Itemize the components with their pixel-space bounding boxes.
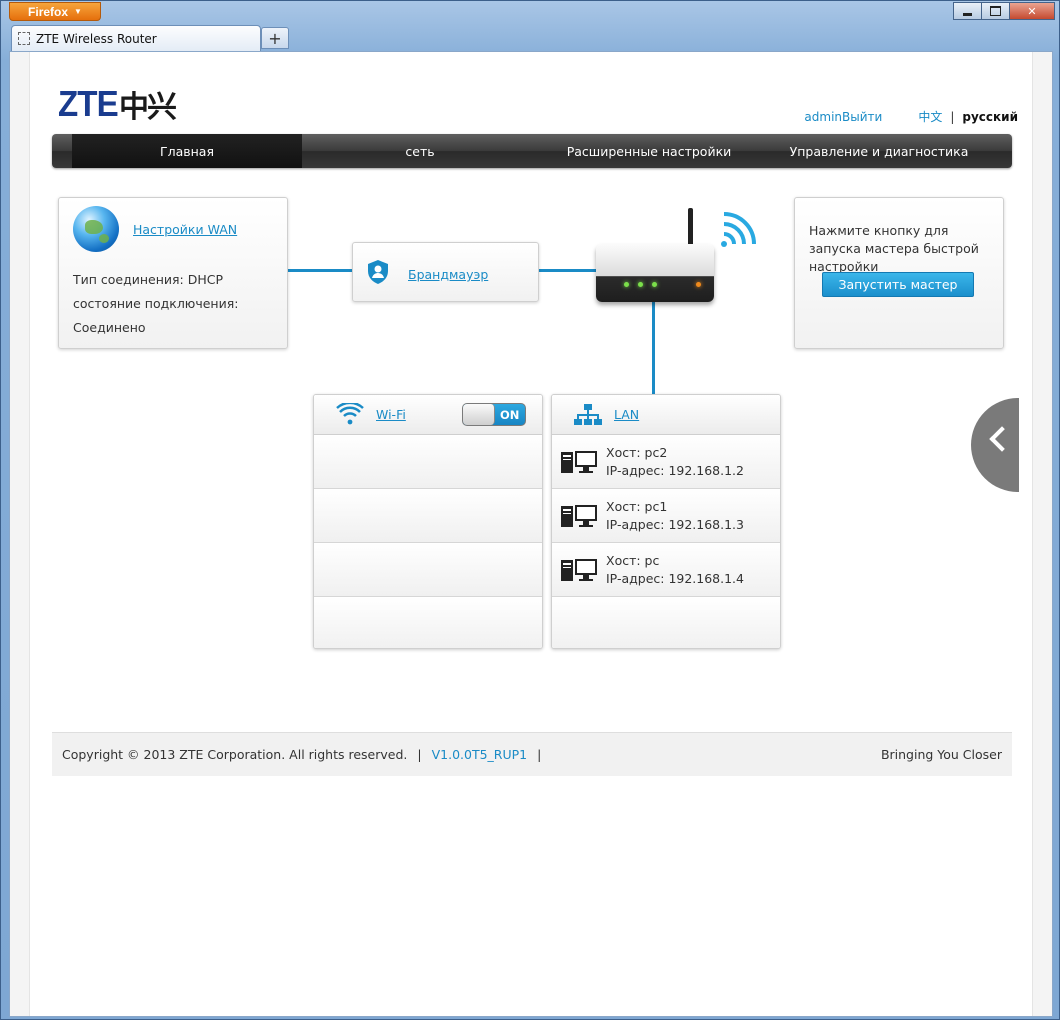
router-illustration (592, 208, 716, 304)
network-topology-icon (574, 404, 602, 425)
firmware-version: V1.0.0T5_RUP1 (431, 747, 528, 762)
router-led (624, 282, 629, 287)
list-item (314, 543, 542, 597)
firefox-menu-label: Firefox (28, 4, 69, 19)
router-antenna (688, 208, 693, 248)
list-item (552, 597, 780, 648)
host-info: Хост: pc IP-адрес: 192.168.1.4 (606, 552, 744, 588)
chevron-left-icon (989, 426, 1015, 452)
computer-icon (561, 505, 597, 527)
wifi-panel: Wi-Fi ON (313, 394, 543, 649)
maximize-button[interactable] (981, 2, 1010, 20)
zte-logo: ZTE 中兴 (58, 83, 177, 125)
chevron-down-icon: ▼ (74, 7, 82, 16)
computer-icon (561, 559, 597, 581)
close-window-button[interactable]: ✕ (1009, 2, 1055, 20)
host-name: Хост: pc1 (606, 499, 668, 514)
lan-panel: LAN Хост: pc2 IP-адрес: 192.168.1.2 Хост… (551, 394, 781, 649)
copyright-text: Copyright © 2013 ZTE Corporation. All ri… (62, 747, 408, 762)
list-item (314, 489, 542, 543)
lang-separator: | (950, 109, 955, 124)
tab-strip: ZTE Wireless Router + (9, 25, 1053, 52)
nav-network[interactable]: сеть (302, 134, 538, 168)
new-tab-button[interactable]: + (261, 27, 289, 49)
page-footer: Copyright © 2013 ZTE Corporation. All ri… (52, 732, 1012, 776)
lan-host-row[interactable]: Хост: pc1 IP-адрес: 192.168.1.3 (552, 489, 780, 543)
window-controls: ✕ (953, 2, 1055, 20)
toggle-state-label: ON (500, 408, 520, 422)
firewall-card: Брандмауэр (352, 242, 539, 302)
router-home-page: ZTE 中兴 adminВыйти 中文 | русский Главная с… (10, 52, 1054, 1018)
wan-settings-link[interactable]: Настройки WAN (133, 222, 237, 237)
footer-separator: | (417, 747, 422, 762)
nav-home[interactable]: Главная (72, 134, 302, 168)
host-info: Хост: pc1 IP-адрес: 192.168.1.3 (606, 498, 744, 534)
host-name: Хост: pc2 (606, 445, 668, 460)
lang-chinese-link[interactable]: 中文 (918, 108, 942, 125)
lan-panel-header: LAN (552, 395, 780, 435)
logo-text-latin: ZTE (58, 83, 119, 124)
logout-link[interactable]: Выйти (842, 110, 882, 124)
host-ip: IP-адрес: 192.168.1.4 (606, 571, 744, 586)
host-ip: IP-адрес: 192.168.1.2 (606, 463, 744, 478)
wifi-icon (336, 403, 364, 425)
wifi-panel-header: Wi-Fi ON (314, 395, 542, 435)
wan-connection-state-value: Соединено (73, 320, 146, 335)
wizard-card: Нажмите кнопку для запуска мастера быстр… (794, 197, 1004, 349)
wan-card: Настройки WAN Тип соединения: DHCP состо… (58, 197, 288, 349)
footer-separator: | (537, 747, 542, 762)
tab-zte-wireless-router[interactable]: ZTE Wireless Router (11, 25, 261, 51)
nav-management-diagnostics[interactable]: Управление и диагностика (760, 134, 998, 168)
router-led (638, 282, 643, 287)
wifi-link[interactable]: Wi-Fi (376, 407, 406, 422)
router-led (696, 282, 701, 287)
firewall-router-connector (539, 269, 599, 272)
user-logout: adminВыйти (804, 110, 882, 124)
side-panel-toggle[interactable] (971, 398, 1019, 492)
list-item (314, 435, 542, 489)
browser-window: Firefox ▼ ✕ ZTE Wireless Router + ZTE 中兴 (0, 0, 1060, 1020)
wan-firewall-connector (288, 269, 352, 272)
computer-icon (561, 451, 597, 473)
lang-russian-current[interactable]: русский (962, 110, 1018, 124)
minimize-button[interactable] (953, 2, 982, 20)
nav-advanced-settings[interactable]: Расширенные настройки (538, 134, 760, 168)
page-icon (18, 32, 30, 45)
host-ip: IP-адрес: 192.168.1.3 (606, 517, 744, 532)
shield-user-icon (368, 260, 388, 284)
router-body (596, 244, 714, 302)
globe-icon (73, 206, 119, 252)
main-nav: Главная сеть Расширенные настройки Управ… (52, 134, 1012, 168)
tab-title: ZTE Wireless Router (36, 31, 157, 46)
wizard-description: Нажмите кнопку для запуска мастера быстр… (809, 223, 979, 274)
host-name: Хост: pc (606, 553, 660, 568)
wan-connection-type: Тип соединения: DHCP (73, 272, 224, 287)
tagline: Bringing You Closer (880, 747, 1002, 762)
lan-host-row[interactable]: Хост: pc IP-адрес: 192.168.1.4 (552, 543, 780, 597)
firefox-menu-button[interactable]: Firefox ▼ (9, 2, 101, 21)
wifi-toggle[interactable]: ON (462, 403, 526, 426)
page-viewport: ZTE 中兴 adminВыйти 中文 | русский Главная с… (9, 51, 1053, 1017)
username: admin (804, 109, 843, 124)
list-item (314, 597, 542, 648)
toggle-knob (463, 404, 495, 425)
plus-icon: + (268, 28, 282, 48)
lan-link[interactable]: LAN (614, 407, 639, 422)
router-lan-connector (652, 302, 655, 394)
host-info: Хост: pc2 IP-адрес: 192.168.1.2 (606, 444, 744, 480)
wan-status: Тип соединения: DHCP состояние подключен… (73, 268, 238, 340)
firewall-link[interactable]: Брандмауэр (408, 267, 488, 282)
lan-host-row[interactable]: Хост: pc2 IP-адрес: 192.168.1.2 (552, 435, 780, 489)
router-led (652, 282, 657, 287)
wan-connection-state-label: состояние подключения: (73, 296, 239, 311)
wifi-signal-icon (721, 212, 756, 247)
logo-text-cn: 中兴 (119, 90, 177, 125)
header-user-lang: adminВыйти 中文 | русский (804, 108, 1018, 125)
start-wizard-button[interactable]: Запустить мастер (822, 272, 974, 297)
